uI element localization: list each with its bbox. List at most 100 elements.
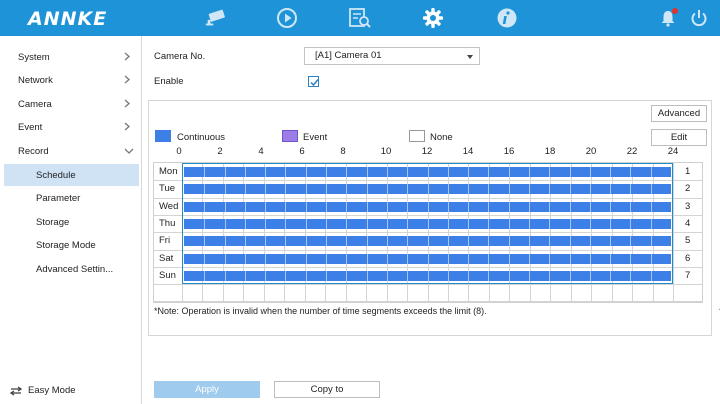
hour-divider: [428, 270, 429, 281]
info-icon[interactable]: [495, 7, 519, 29]
sidebar-item-network[interactable]: Network: [0, 69, 142, 91]
hour-divider: [407, 253, 408, 264]
hour-divider: [529, 270, 530, 281]
hour-divider: [509, 270, 510, 281]
schedule-bar-sun[interactable]: [184, 270, 671, 281]
hour-label: 0: [176, 146, 182, 157]
hour-divider: [448, 218, 449, 229]
hour-label: 14: [462, 146, 474, 157]
hour-divider: [326, 167, 327, 177]
hour-divider: [367, 253, 368, 264]
sidebar-item-storage-mode[interactable]: Storage Mode: [0, 234, 142, 256]
sidebar-item-parameter[interactable]: Parameter: [0, 187, 142, 209]
hour-divider: [346, 167, 347, 177]
hour-divider: [509, 218, 510, 229]
playback-icon[interactable]: [275, 7, 299, 29]
hour-label: 4: [258, 146, 264, 157]
schedule-bar-fri[interactable]: [184, 236, 671, 247]
hour-divider: [265, 253, 266, 264]
schedule-bar-thu[interactable]: [184, 218, 671, 229]
sidebar-item-record[interactable]: Record: [0, 140, 142, 162]
hour-divider: [407, 167, 408, 177]
hour-divider: [488, 218, 489, 229]
hour-divider: [245, 270, 246, 281]
hour-divider: [549, 218, 550, 229]
hour-divider: [204, 167, 205, 177]
hour-divider: [488, 270, 489, 281]
hour-divider: [225, 253, 226, 264]
hour-divider: [428, 253, 429, 264]
settings-gear-icon[interactable]: [421, 7, 445, 29]
hour-divider: [245, 218, 246, 229]
search-file-icon[interactable]: [348, 7, 372, 29]
sidebar-item-system[interactable]: System: [0, 46, 142, 68]
live-view-camera-icon[interactable]: [204, 7, 228, 29]
sidebar-item-advanced-settings[interactable]: Advanced Settin...: [0, 258, 142, 280]
hour-divider: [265, 167, 266, 177]
hour-divider: [590, 201, 591, 212]
schedule-bar-wed[interactable]: [184, 201, 671, 212]
hour-label: 24: [667, 146, 679, 157]
advanced-button[interactable]: Advanced: [651, 105, 707, 122]
hour-divider: [346, 184, 347, 195]
legend-swatch-continuous[interactable]: [155, 130, 171, 142]
day-number: 7: [685, 270, 691, 281]
easy-mode-toggle[interactable]: Easy Mode: [10, 385, 76, 396]
sidebar-item-label: Camera: [18, 98, 52, 110]
legend-label-none: None: [430, 132, 453, 143]
camera-select[interactable]: [A1] Camera 01: [304, 47, 480, 65]
day-label-tue: Tue: [159, 183, 176, 194]
day-number: 6: [685, 253, 691, 264]
chevron-right-icon: [124, 52, 130, 61]
power-icon[interactable]: [687, 7, 711, 29]
hour-label: 8: [340, 146, 346, 157]
hour-divider: [285, 201, 286, 212]
sidebar-item-storage[interactable]: Storage: [0, 211, 142, 233]
copy-to-button[interactable]: Copy to: [274, 381, 380, 398]
top-navigation-bar: ANNKE: [0, 0, 720, 36]
day-label-fri: Fri: [159, 235, 171, 246]
schedule-bar-sat[interactable]: [184, 253, 671, 264]
notification-bell-icon[interactable]: [656, 7, 680, 29]
hour-divider: [630, 236, 631, 247]
hour-divider: [428, 218, 429, 229]
enable-checkbox[interactable]: [308, 76, 319, 87]
schedule-bar-mon[interactable]: [184, 167, 671, 177]
hour-divider: [529, 184, 530, 195]
hour-divider: [610, 167, 611, 177]
hour-divider: [651, 253, 652, 264]
sidebar-item-label: Record: [18, 145, 49, 157]
legend-swatch-none[interactable]: [409, 130, 425, 142]
hour-label: 2: [217, 146, 223, 157]
hour-divider: [326, 201, 327, 212]
hour-divider: [549, 270, 550, 281]
sidebar-item-event[interactable]: Event: [0, 116, 142, 138]
hour-divider: [428, 167, 429, 177]
hour-divider: [367, 270, 368, 281]
hour-divider: [630, 253, 631, 264]
chevron-right-icon: [124, 99, 130, 108]
sidebar-item-schedule[interactable]: Schedule: [4, 164, 139, 186]
hour-divider: [285, 253, 286, 264]
hour-divider: [428, 184, 429, 195]
schedule-bar-tue[interactable]: [184, 184, 671, 195]
hour-divider: [225, 270, 226, 281]
legend-swatch-event[interactable]: [282, 130, 298, 142]
hour-divider: [509, 253, 510, 264]
sidebar-item-camera[interactable]: Camera: [0, 93, 142, 115]
chevron-right-icon: [124, 122, 130, 131]
hour-divider: [630, 218, 631, 229]
hour-divider: [367, 167, 368, 177]
hour-divider: [509, 184, 510, 195]
hour-divider: [549, 184, 550, 195]
hour-divider: [549, 236, 550, 247]
hour-divider: [367, 236, 368, 247]
edit-button[interactable]: Edit: [651, 129, 707, 146]
hour-divider: [387, 218, 388, 229]
hour-divider: [488, 253, 489, 264]
hour-label: 22: [626, 146, 638, 157]
apply-button[interactable]: Apply: [154, 381, 260, 398]
hour-divider: [306, 253, 307, 264]
hour-divider: [265, 184, 266, 195]
hour-divider: [326, 270, 327, 281]
